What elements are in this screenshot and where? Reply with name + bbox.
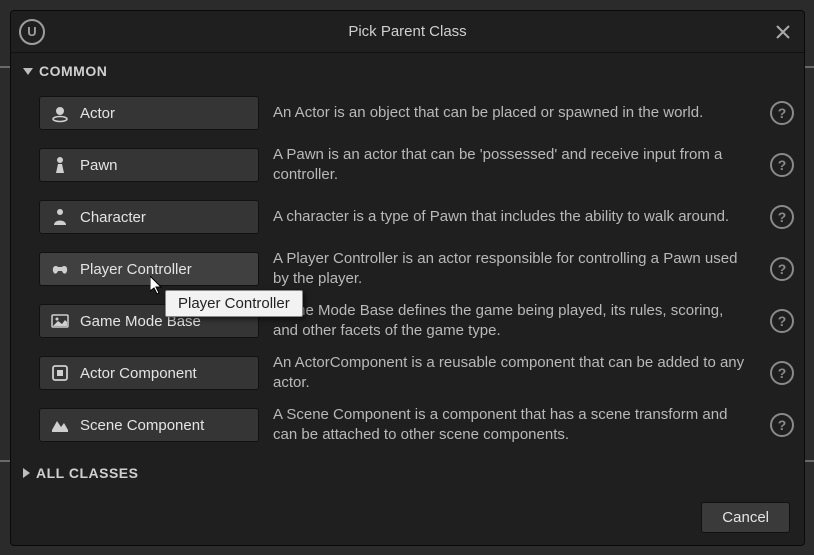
cancel-button[interactable]: Cancel [701, 502, 790, 533]
help-button[interactable]: ? [770, 101, 794, 125]
dialog-footer: Cancel [11, 494, 804, 545]
class-row-actor: Actor An Actor is an object that can be … [11, 87, 804, 139]
help-button[interactable]: ? [770, 361, 794, 385]
class-desc: An ActorComponent is a reusable componen… [273, 353, 756, 394]
class-row-pawn: Pawn A Pawn is an actor that can be 'pos… [11, 139, 804, 191]
section-common-label: COMMON [39, 63, 107, 79]
image-icon [50, 311, 70, 331]
unreal-logo-icon: U [19, 19, 45, 45]
class-desc: A Pawn is an actor that can be 'possesse… [273, 145, 756, 186]
section-all-classes-label: ALL CLASSES [36, 465, 138, 481]
class-label: Player Controller [80, 261, 192, 278]
tooltip: Player Controller [165, 290, 303, 317]
class-desc: A character is a type of Pawn that inclu… [273, 207, 756, 227]
class-label: Actor Component [80, 365, 197, 382]
close-button[interactable] [770, 19, 796, 45]
section-common-header[interactable]: COMMON [11, 59, 804, 87]
help-button[interactable]: ? [770, 257, 794, 281]
common-class-list: Actor An Actor is an object that can be … [11, 87, 804, 451]
class-desc: Game Mode Base defines the game being pl… [273, 301, 756, 342]
help-button[interactable]: ? [770, 205, 794, 229]
class-button-actor-component[interactable]: Actor Component [39, 356, 259, 390]
help-button[interactable]: ? [770, 309, 794, 333]
class-row-character: Character A character is a type of Pawn … [11, 191, 804, 243]
titlebar: U Pick Parent Class [11, 11, 804, 53]
gamepad-icon [50, 259, 70, 279]
help-button[interactable]: ? [770, 413, 794, 437]
class-label: Pawn [80, 157, 118, 174]
class-desc: A Scene Component is a component that ha… [273, 405, 756, 446]
class-row-player-controller: Player Controller A Player Controller is… [11, 243, 804, 295]
class-label: Scene Component [80, 417, 204, 434]
class-row-actor-component: Actor Component An ActorComponent is a r… [11, 347, 804, 399]
class-button-actor[interactable]: Actor [39, 96, 259, 130]
class-button-character[interactable]: Character [39, 200, 259, 234]
pick-parent-class-dialog: U Pick Parent Class COMMON Actor An Acto… [10, 10, 805, 546]
class-label: Character [80, 209, 146, 226]
actor-icon [50, 103, 70, 123]
class-desc: An Actor is an object that can be placed… [273, 103, 756, 123]
scene-icon [50, 415, 70, 435]
section-all-classes-header[interactable]: ALL CLASSES [11, 451, 804, 491]
class-desc: A Player Controller is an actor responsi… [273, 249, 756, 290]
class-button-player-controller[interactable]: Player Controller [39, 252, 259, 286]
class-label: Actor [80, 105, 115, 122]
pawn-icon [50, 155, 70, 175]
component-icon [50, 363, 70, 383]
window-title: Pick Parent Class [45, 23, 770, 40]
dialog-content: COMMON Actor An Actor is an object that … [11, 53, 804, 494]
chevron-down-icon [23, 68, 33, 75]
close-icon [776, 25, 790, 39]
class-row-game-mode-base: Game Mode Base Game Mode Base defines th… [11, 295, 804, 347]
help-button[interactable]: ? [770, 153, 794, 177]
class-row-scene-component: Scene Component A Scene Component is a c… [11, 399, 804, 451]
class-button-pawn[interactable]: Pawn [39, 148, 259, 182]
chevron-right-icon [23, 468, 30, 478]
class-button-scene-component[interactable]: Scene Component [39, 408, 259, 442]
character-icon [50, 207, 70, 227]
